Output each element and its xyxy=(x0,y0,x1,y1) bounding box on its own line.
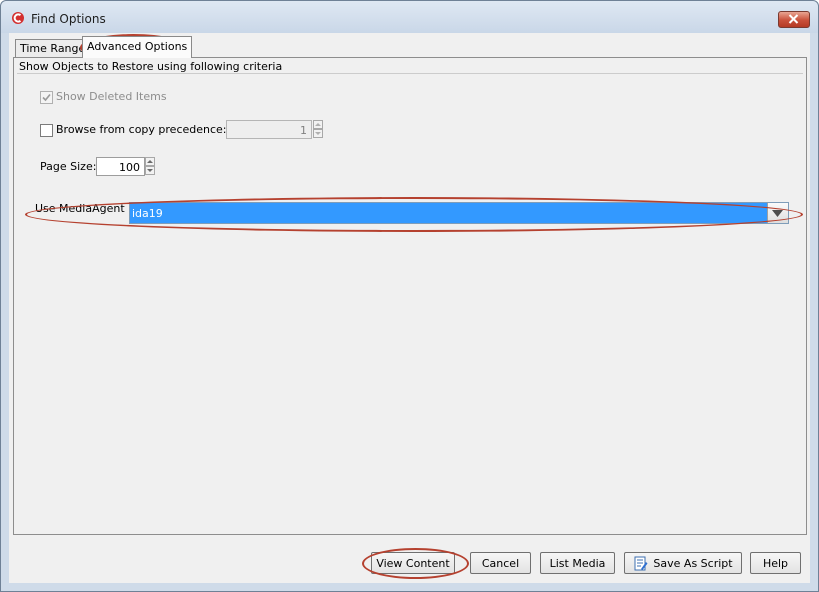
view-content-button[interactable]: View Content xyxy=(371,552,455,574)
title-bar[interactable]: Find Options xyxy=(1,1,818,33)
cancel-button[interactable]: Cancel xyxy=(470,552,531,574)
tab-time-range[interactable]: Time Range xyxy=(15,39,91,57)
browse-copy-label: Browse from copy precedence: xyxy=(56,123,227,136)
find-options-window: Find Options Time Range Advanced Options… xyxy=(0,0,819,592)
help-button[interactable]: Help xyxy=(750,552,801,574)
media-agent-dropdown[interactable]: ida19 xyxy=(129,202,789,224)
dropdown-arrow-button[interactable] xyxy=(767,203,788,223)
window-title: Find Options xyxy=(31,12,106,26)
save-as-script-button[interactable]: Save As Script xyxy=(624,552,742,574)
copy-precedence-up-button xyxy=(313,120,323,129)
page-size-down-button[interactable] xyxy=(145,166,155,175)
save-as-script-label: Save As Script xyxy=(653,556,733,570)
arrow-up-icon xyxy=(147,160,153,163)
group-divider xyxy=(17,73,803,74)
chevron-down-icon xyxy=(772,210,783,217)
dialog-body: Time Range Advanced Options Show Objects… xyxy=(9,33,810,583)
media-agent-label: Use MediaAgent xyxy=(35,202,125,215)
checkmark-icon xyxy=(42,93,51,102)
close-icon xyxy=(788,14,799,24)
page-size-field[interactable]: 100 xyxy=(96,157,145,176)
copy-precedence-field: 1 xyxy=(226,120,312,139)
page-size-up-button[interactable] xyxy=(145,157,155,166)
browse-copy-checkbox[interactable] xyxy=(40,124,53,137)
tab-advanced-options[interactable]: Advanced Options xyxy=(82,36,193,58)
arrow-down-icon xyxy=(315,132,321,135)
arrow-down-icon xyxy=(147,169,153,172)
arrow-up-icon xyxy=(315,123,321,126)
script-icon xyxy=(634,556,648,570)
media-agent-selected-value: ida19 xyxy=(132,207,163,220)
copy-precedence-down-button xyxy=(313,129,323,138)
close-button[interactable] xyxy=(778,11,810,28)
commvault-logo-icon xyxy=(12,12,24,24)
list-media-button[interactable]: List Media xyxy=(540,552,615,574)
criteria-group-title: Show Objects to Restore using following … xyxy=(19,60,283,73)
show-deleted-checkbox[interactable] xyxy=(40,91,53,104)
page-size-label: Page Size: xyxy=(40,160,97,173)
show-deleted-label: Show Deleted Items xyxy=(56,90,167,103)
